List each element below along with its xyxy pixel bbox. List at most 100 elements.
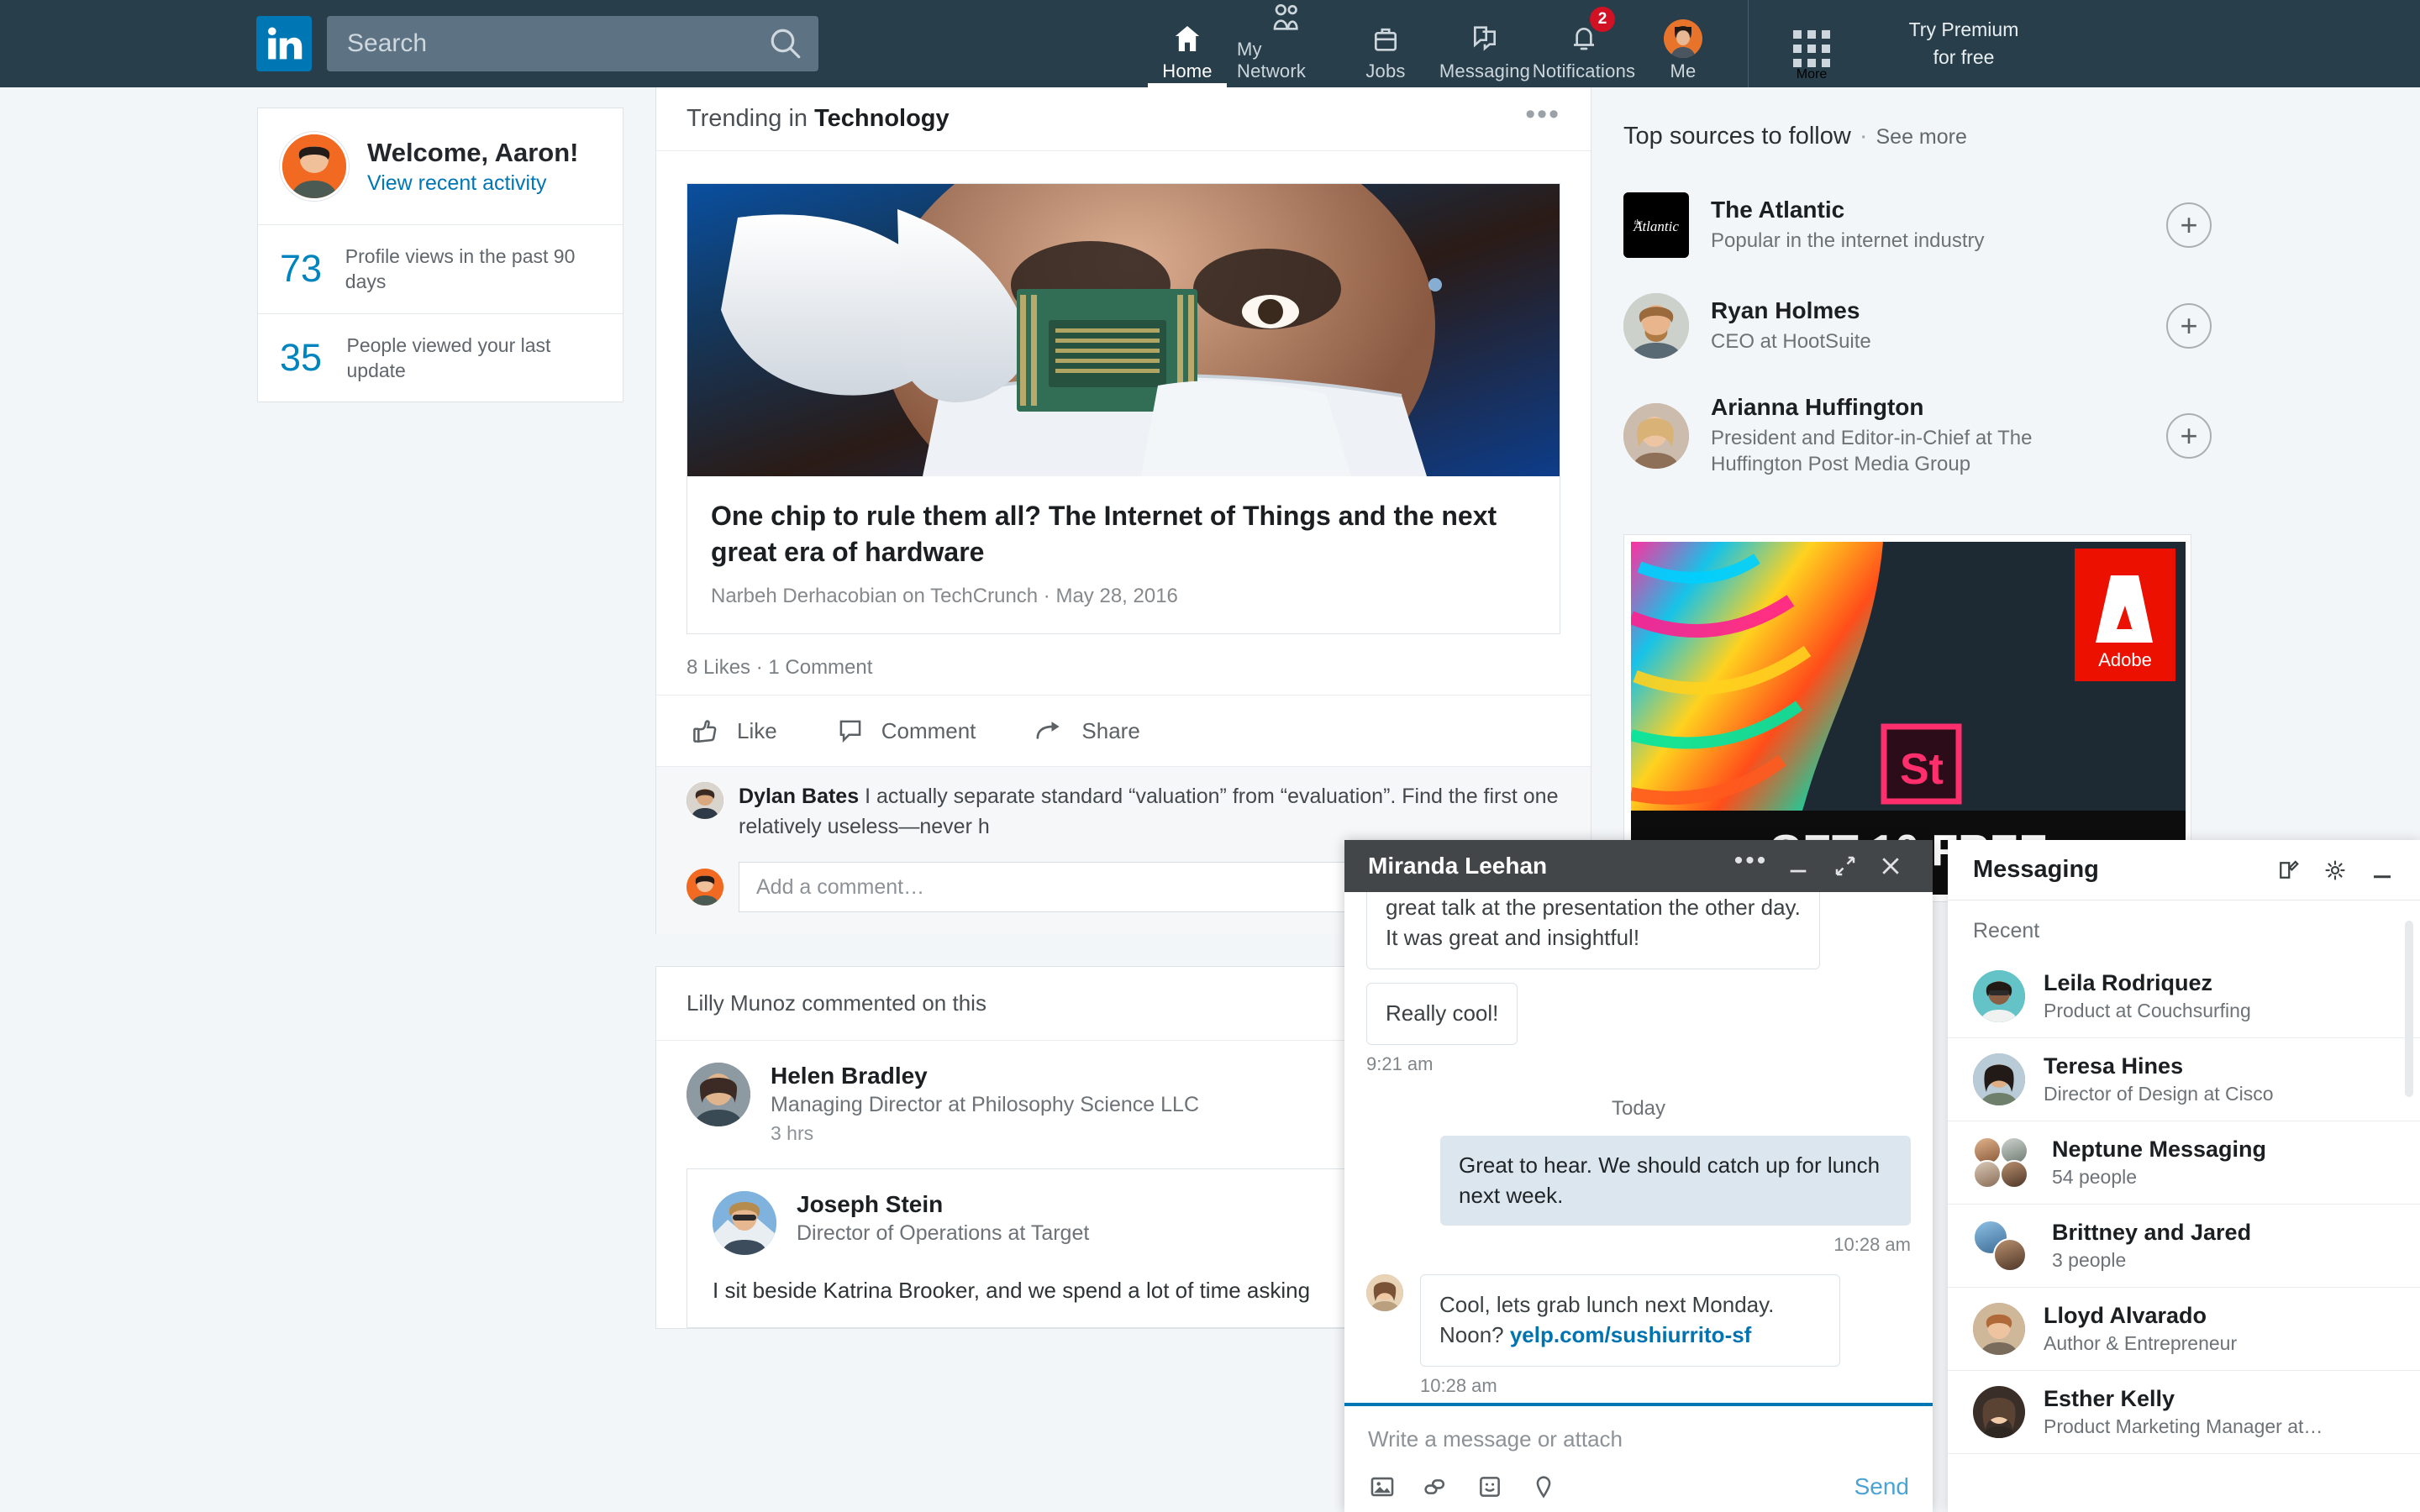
search-input[interactable] xyxy=(327,18,739,69)
messaging-title: Messaging xyxy=(1973,856,2099,883)
search-bar[interactable] xyxy=(327,16,818,71)
article-card[interactable]: One chip to rule them all? The Internet … xyxy=(687,183,1560,635)
premium-line-2: for free xyxy=(1933,46,1995,68)
article-meta: Narbeh Derhacobian on TechCrunch · May 2… xyxy=(711,585,1178,608)
like-button[interactable]: Like xyxy=(690,715,777,747)
nav-item-me[interactable]: Me xyxy=(1634,0,1733,87)
thread-group-avatar xyxy=(1973,1137,2033,1189)
message-thread-esther-kelly[interactable]: Esther Kelly Product Marketing Manager a… xyxy=(1948,1371,2420,1454)
avatar-icon xyxy=(1664,19,1702,58)
profile-card: Welcome, Aaron! View recent activity 73 … xyxy=(257,108,623,403)
thumbs-up-icon xyxy=(693,720,717,743)
expand-icon xyxy=(1835,856,1855,876)
message-thread-brittney-and-jared[interactable]: Brittney and Jared 3 people xyxy=(1948,1205,2420,1288)
stat-number-profile-views: 73 xyxy=(280,247,323,291)
location-icon[interactable] xyxy=(1529,1473,1558,1501)
chat-time-1: 9:21 am xyxy=(1366,1053,1434,1074)
nav-item-notifications[interactable]: 2 Notifications xyxy=(1532,0,1636,87)
chat-more-button[interactable]: ••• xyxy=(1728,848,1775,874)
message-thread-teresa-hines[interactable]: Teresa Hines Director of Design at Cisco xyxy=(1948,1038,2420,1121)
profile-card-header[interactable]: Welcome, Aaron! View recent activity xyxy=(258,108,623,224)
chat-contact-name: Miranda Leehan xyxy=(1368,853,1548,879)
source-name-arianna-huffington: Arianna Huffington xyxy=(1711,394,1924,420)
trending-topic: Technology xyxy=(814,105,950,132)
message-thread-lloyd-alvarado[interactable]: Lloyd Alvarado Author & Entrepreneur xyxy=(1948,1288,2420,1371)
close-icon xyxy=(1882,858,1899,874)
stat-update-views[interactable]: 35 People viewed your last update xyxy=(258,312,623,402)
source-text-arianna-huffington: Arianna Huffington President and Editor-… xyxy=(1711,394,2097,477)
shared-author-title: Director of Operations at Target xyxy=(797,1221,1090,1246)
like-label: Like xyxy=(737,717,777,743)
follow-atlantic-button[interactable]: + xyxy=(2166,202,2212,248)
message-thread-neptune-messaging[interactable]: Neptune Messaging 54 people xyxy=(1948,1121,2420,1205)
svg-text:St: St xyxy=(1900,745,1944,794)
chat-minimize-button[interactable] xyxy=(1775,854,1822,878)
share-button[interactable]: Share xyxy=(1033,714,1140,748)
nav-label-notifications: Notifications xyxy=(1532,60,1636,81)
nav-label-home: Home xyxy=(1162,60,1213,81)
chat-title-bar[interactable]: Miranda Leehan ••• xyxy=(1344,840,1933,892)
chat-expand-button[interactable] xyxy=(1822,853,1869,879)
messaging-settings-button[interactable] xyxy=(2323,858,2348,883)
image-icon[interactable] xyxy=(1368,1473,1397,1501)
atlantic-logo-icon: Atlantic the xyxy=(1623,192,1689,258)
source-row-ryan-holmes[interactable]: Ryan Holmes CEO at HootSuite + xyxy=(1623,276,2212,377)
thread-text: Esther Kelly Product Marketing Manager a… xyxy=(2044,1386,2323,1438)
comment-button[interactable]: Comment xyxy=(834,715,976,747)
profile-text: Welcome, Aaron! View recent activity xyxy=(367,137,579,196)
follow-ryan-holmes-button[interactable]: + xyxy=(2166,303,2212,349)
messaging-minimize-button[interactable] xyxy=(2370,858,2395,883)
post2-author-text: Helen Bradley Managing Director at Philo… xyxy=(771,1063,1199,1145)
nav-item-more[interactable]: More xyxy=(1765,0,1858,87)
top-navigation-bar: Home My Network Jobs xyxy=(0,0,2420,87)
notifications-badge: 2 xyxy=(1590,7,1615,32)
trending-prefix: Trending in xyxy=(687,105,815,132)
chat-close-button[interactable] xyxy=(1869,853,1912,879)
view-recent-activity-link[interactable]: View recent activity xyxy=(367,171,579,196)
post2-author-title: Managing Director at Philosophy Science … xyxy=(771,1093,1199,1117)
svg-text:the: the xyxy=(1634,218,1643,226)
engagement-stats[interactable]: 8 Likes · 1 Comment xyxy=(656,634,1591,695)
linkedin-logo[interactable] xyxy=(256,16,312,71)
comment-body: I actually separate standard “valuation”… xyxy=(739,785,1559,838)
shared-author-avatar xyxy=(713,1191,776,1256)
messaging-panel: Messaging Recent Leila Rodriquez Product… xyxy=(1948,840,2420,1512)
paperclip-icon[interactable] xyxy=(1422,1473,1450,1501)
profile-avatar xyxy=(280,132,349,201)
gear-icon xyxy=(2325,859,2345,880)
thread-name-leila: Leila Rodriquez xyxy=(2044,970,2213,995)
shared-author-text: Joseph Stein Director of Operations at T… xyxy=(797,1191,1089,1246)
post-options-button[interactable]: ••• xyxy=(1525,100,1560,129)
try-premium-link[interactable]: Try Premium for free xyxy=(1880,16,2048,72)
thread-text: Brittney and Jared 3 people xyxy=(2052,1220,2251,1272)
top-sources-title: Top sources to follow xyxy=(1623,123,1851,150)
left-sidebar: Welcome, Aaron! View recent activity 73 … xyxy=(257,108,623,403)
stat-label-update-views: People viewed your last update xyxy=(346,333,551,382)
chat-bubble-4-link[interactable]: yelp.com/sushiurrito-sf xyxy=(1510,1322,1752,1347)
stat-profile-views[interactable]: 73 Profile views in the past 90 days xyxy=(258,224,623,313)
source-row-atlantic[interactable]: Atlantic the The Atlantic Popular in the… xyxy=(1623,176,2212,276)
nav-item-jobs[interactable]: Jobs xyxy=(1336,0,1435,87)
nav-item-my-network[interactable]: My Network xyxy=(1237,0,1336,87)
source-row-arianna-huffington[interactable]: Arianna Huffington President and Editor-… xyxy=(1623,377,2212,496)
nav-item-home[interactable]: Home xyxy=(1138,0,1237,87)
follow-arianna-huffington-button[interactable]: + xyxy=(2166,412,2212,459)
minimize-icon xyxy=(1790,869,1807,873)
message-thread-leila-rodriquez[interactable]: Leila Rodriquez Product at Couchsurfing xyxy=(1948,955,2420,1038)
chat-time-2: 10:28 am xyxy=(1833,1234,1911,1256)
top-sources-header: Top sources to follow · See more xyxy=(1623,123,1967,150)
thread-avatar xyxy=(1973,1386,2025,1438)
messaging-scrollbar[interactable] xyxy=(2405,921,2413,1097)
thread-name-brittney: Brittney and Jared xyxy=(2052,1220,2252,1245)
see-more-link[interactable]: See more xyxy=(1876,125,1966,149)
compose-message-button[interactable] xyxy=(2275,858,2301,883)
post2-author-time: 3 hrs xyxy=(771,1122,814,1145)
search-button[interactable] xyxy=(768,26,803,61)
commenter-avatar xyxy=(687,782,723,820)
nav-item-messaging[interactable]: Messaging xyxy=(1435,0,1534,87)
send-button[interactable]: Send xyxy=(1854,1473,1909,1500)
chat-message-list[interactable]: great talk at the presentation the other… xyxy=(1344,892,1933,1403)
network-icon xyxy=(1270,0,1303,35)
emoji-icon[interactable] xyxy=(1476,1473,1504,1501)
chat-message-input[interactable] xyxy=(1368,1426,1909,1452)
